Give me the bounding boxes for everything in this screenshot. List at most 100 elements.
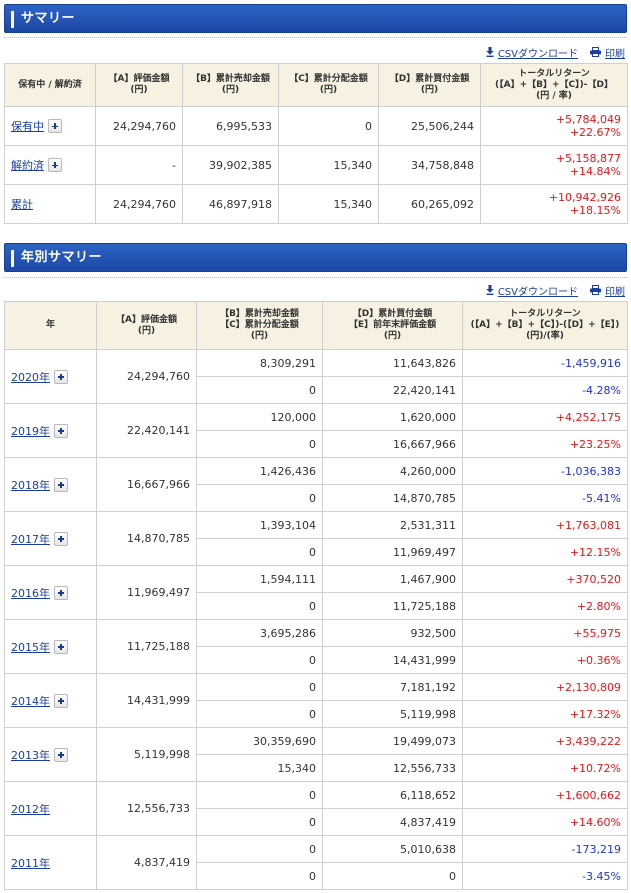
value-e: 4,837,419 [322, 808, 463, 836]
year-link[interactable]: 2020年 [11, 371, 50, 384]
total-return-amount: -173,219 [462, 835, 628, 863]
value-b: 0 [196, 781, 323, 809]
yearly-title: 年別サマリー [21, 250, 103, 265]
value-c: 15,340 [278, 184, 379, 224]
value-a: 11,725,188 [96, 619, 197, 674]
value-a: 4,837,419 [96, 835, 197, 890]
expand-plus-icon[interactable] [54, 477, 68, 492]
year-row: 2017年 14,870,785 1,393,104 2,531,311 +1,763,… [4, 511, 628, 566]
expand-plus-icon[interactable] [54, 369, 68, 384]
expand-plus-icon[interactable] [54, 423, 68, 438]
year-link[interactable]: 2018年 [11, 479, 50, 492]
expand-plus-icon[interactable] [54, 639, 68, 654]
year-link[interactable]: 2016年 [11, 587, 50, 600]
value-d: 19,499,073 [322, 727, 463, 755]
value-e: 14,431,999 [322, 646, 463, 674]
value-c: 15,340 [196, 754, 323, 782]
expand-plus-icon[interactable] [54, 693, 68, 708]
summary-title: サマリー [21, 11, 76, 26]
value-d: 932,500 [322, 619, 463, 647]
summary-row-link[interactable]: 保有中 [11, 120, 44, 133]
value-e: 14,870,785 [322, 484, 463, 512]
total-return-rate: +14.60% [462, 808, 628, 836]
yearly-tools: CSVダウンロード 印刷 [474, 283, 625, 298]
value-d: 25,506,244 [378, 106, 481, 146]
value-c: 0 [196, 376, 323, 404]
year-row: 2011年 4,837,419 0 5,010,638 -173,219 [4, 835, 628, 890]
total-return-rate: +23.25% [462, 430, 628, 458]
value-c: 0 [196, 592, 323, 620]
year-link[interactable]: 2011年 [11, 857, 50, 870]
total-return-rate: +22.67% [569, 126, 621, 139]
year-row: 2014年 14,431,999 0 7,181,192 +2,130,809 [4, 673, 628, 728]
year-row: 2020年 24,294,760 8,309,291 11,643,826 -1,459… [4, 349, 628, 404]
summary-tools: CSVダウンロード 印刷 [474, 45, 625, 60]
total-return-amount: +55,975 [462, 619, 628, 647]
value-c: 0 [196, 862, 323, 890]
summary-print-link[interactable]: 印刷 [590, 45, 625, 60]
value-b: 39,902,385 [182, 145, 279, 185]
value-a: 14,870,785 [96, 511, 197, 566]
year-link[interactable]: 2017年 [11, 533, 50, 546]
total-return-amount: -1,036,383 [462, 457, 628, 485]
value-a: 12,556,733 [96, 781, 197, 836]
expand-plus-icon[interactable] [54, 531, 68, 546]
value-d: 1,620,000 [322, 403, 463, 431]
expand-plus-icon[interactable] [48, 158, 62, 172]
total-return-amount: +10,942,926 [548, 191, 621, 204]
yearly-csv-download-link[interactable]: CSVダウンロード [486, 283, 578, 298]
total-return-cell: +5,158,877 +14.84% [480, 145, 628, 185]
value-e: 16,667,966 [322, 430, 463, 458]
yearly-print-link[interactable]: 印刷 [590, 283, 625, 298]
value-e: 11,725,188 [322, 592, 463, 620]
summary-row-link[interactable]: 累計 [11, 198, 33, 211]
value-b: 0 [196, 673, 323, 701]
year-link[interactable]: 2015年 [11, 641, 50, 654]
expand-plus-icon[interactable] [48, 119, 62, 133]
col-a: 【A】評価金額 (円) [95, 63, 183, 107]
value-d: 60,265,092 [378, 184, 481, 224]
value-c: 0 [196, 430, 323, 458]
summary-table: 保有中 / 解約済 【A】評価金額 (円) 【B】累計売却金額 (円) 【C】累計分… [4, 63, 628, 224]
col-total-return: トータルリターン (【A】+【B】+【C】)-(【D】+【E】) (円)/(率) [462, 301, 628, 350]
summary-header-row: 保有中 / 解約済 【A】評価金額 (円) 【B】累計売却金額 (円) 【C】累計分… [4, 63, 628, 107]
value-b: 1,594,111 [196, 565, 323, 593]
summary-section-header: サマリー [4, 4, 627, 33]
value-d: 34,758,848 [378, 145, 481, 185]
value-a: 24,294,760 [95, 106, 183, 146]
value-b: 0 [196, 835, 323, 863]
value-d: 2,531,311 [322, 511, 463, 539]
total-return-amount: +1,763,081 [462, 511, 628, 539]
summary-csv-download-link[interactable]: CSVダウンロード [486, 45, 578, 60]
expand-plus-icon[interactable] [54, 747, 68, 762]
summary-row-link[interactable]: 解約済 [11, 159, 44, 172]
summary-row-label-cell: 累計 [4, 184, 96, 224]
value-c: 0 [196, 484, 323, 512]
value-b: 1,426,436 [196, 457, 323, 485]
value-e: 11,969,497 [322, 538, 463, 566]
value-a: 16,667,966 [96, 457, 197, 512]
year-link[interactable]: 2014年 [11, 695, 50, 708]
value-b: 3,695,286 [196, 619, 323, 647]
value-a: 24,294,760 [95, 184, 183, 224]
year-link[interactable]: 2019年 [11, 425, 50, 438]
year-cell: 2014年 [4, 673, 97, 728]
total-return-rate: +10.72% [462, 754, 628, 782]
year-link[interactable]: 2012年 [11, 803, 50, 816]
download-icon [486, 47, 494, 57]
value-a: 11,969,497 [96, 565, 197, 620]
value-c: 0 [196, 808, 323, 836]
value-a: 14,431,999 [96, 673, 197, 728]
value-d: 1,467,900 [322, 565, 463, 593]
year-cell: 2018年 [4, 457, 97, 512]
value-e: 12,556,733 [322, 754, 463, 782]
download-icon [486, 285, 494, 295]
year-row: 2018年 16,667,966 1,426,436 4,260,000 -1,036,… [4, 457, 628, 512]
col-c: 【C】累計分配金額 (円) [278, 63, 379, 107]
value-e: 5,119,998 [322, 700, 463, 728]
expand-plus-icon[interactable] [54, 585, 68, 600]
total-return-cell: +10,942,926 +18.15% [480, 184, 628, 224]
year-link[interactable]: 2013年 [11, 749, 50, 762]
yearly-table: 年 【A】評価金額 (円) 【B】累計売却金額 【C】累計分配金額 (円) 【D】累計… [4, 301, 628, 890]
value-c: 15,340 [278, 145, 379, 185]
